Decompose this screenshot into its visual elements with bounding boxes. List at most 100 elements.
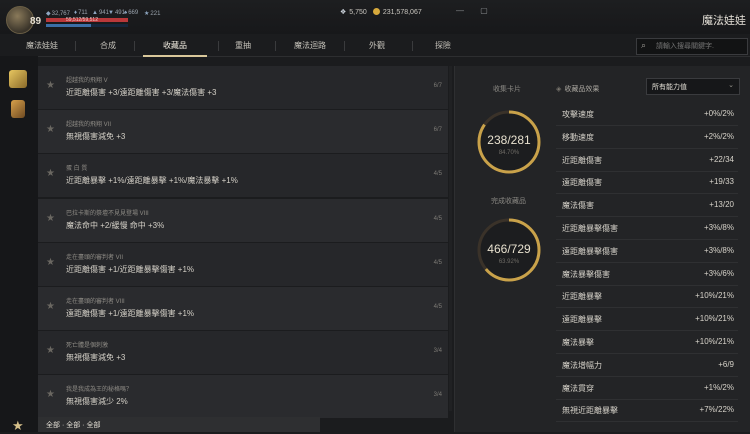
favorite-star-icon[interactable]: ★ bbox=[46, 124, 55, 135]
tab-exploration[interactable]: 探險 bbox=[426, 36, 460, 56]
top-bar bbox=[0, 0, 750, 34]
shield-icon: ◆ bbox=[46, 11, 51, 17]
collection-progress: 6/7 bbox=[433, 127, 442, 133]
stat-5: ♠669 bbox=[124, 10, 139, 16]
hp-text: 59,512/59,512 bbox=[66, 17, 98, 23]
tab-synthesis[interactable]: 合成 bbox=[90, 36, 126, 56]
favorite-star-icon[interactable]: ★ bbox=[46, 80, 55, 91]
collection-title: 巴拉卡斯的祭壇不見見登場 VIII bbox=[66, 211, 149, 217]
filter-bar[interactable]: 全部 · 全部 · 全部 bbox=[38, 417, 320, 432]
tab-magic-doll[interactable]: 魔法娃娃 bbox=[20, 36, 64, 56]
effect-row: 近距離暴擊 +10%/21% bbox=[556, 285, 738, 309]
favorite-star-icon[interactable]: ★ bbox=[46, 389, 55, 400]
character-level: 89 bbox=[30, 16, 42, 27]
tab-magic-circuit[interactable]: 魔法迴路 bbox=[286, 36, 334, 56]
effect-row: 攻擊速度 +0%/2% bbox=[556, 103, 738, 126]
effect-row: 魔法增幅力 +6/9 bbox=[556, 354, 738, 377]
complete-label: 完成收藏品 bbox=[491, 198, 526, 205]
list-item[interactable]: ★ 走在盡頭的審判者 VII 近距離傷害 +1/近距離暴擊傷害 +1% 4/5 bbox=[38, 243, 448, 287]
effect-name: 遠距離傷害 bbox=[562, 178, 602, 188]
list-item[interactable]: ★ 巴拉卡斯的祭壇不見見登場 VIII 魔法命中 +2/緩慢 命中 +3% 4/… bbox=[38, 199, 448, 243]
effect-value: +6/9 bbox=[718, 359, 734, 369]
list-scrollbar[interactable] bbox=[449, 66, 452, 411]
stat-2: ♦711 bbox=[74, 10, 88, 16]
collection-effect: 近距離暴擊 +1%/遠距離暴擊 +1%/魔法暴擊 +1% bbox=[66, 176, 238, 185]
window-controls[interactable]: — ▢ bbox=[456, 6, 495, 15]
gem-icon: ❖ bbox=[340, 9, 347, 16]
collection-effect: 近距離傷害 +3/遠距離傷害 +3/魔法傷害 +3 bbox=[66, 88, 217, 97]
mp-bar-fill bbox=[46, 24, 92, 27]
effect-row: 無視近距離暴擊 +7%/22% bbox=[556, 399, 738, 423]
favorite-star-icon[interactable]: ★ bbox=[46, 345, 55, 356]
favorite-star-icon[interactable]: ★ bbox=[46, 257, 55, 268]
effects-header: ◈ 收藏品效果 bbox=[556, 86, 600, 93]
tab-divider bbox=[134, 41, 135, 51]
effect-name: 魔法暴擊傷害 bbox=[562, 269, 610, 279]
effect-value: +10%/21% bbox=[695, 314, 734, 324]
stat-1: ◆32,767 bbox=[46, 11, 70, 17]
effect-value: +19/33 bbox=[709, 177, 734, 187]
collection-progress: 4/5 bbox=[433, 304, 442, 310]
collection-effect: 遠距離傷害 +1/遠距離暴擊傷害 +1% bbox=[66, 309, 195, 318]
favorite-star-icon[interactable]: ★ bbox=[46, 168, 55, 179]
effect-row: 近距離傷害 +22/34 bbox=[556, 149, 738, 172]
complete-percent: 63.92% bbox=[498, 259, 520, 265]
favorite-star-icon[interactable]: ★ bbox=[46, 301, 55, 312]
tab-reroll[interactable]: 重抽 bbox=[226, 36, 260, 56]
diamond-icon: ◈ bbox=[556, 86, 562, 93]
effect-value: +3%/6% bbox=[703, 268, 734, 278]
effect-name: 魔法暴擊 bbox=[562, 338, 594, 347]
effect-name: 遠距離暴擊 bbox=[562, 315, 602, 325]
effect-value: +1%/2% bbox=[703, 382, 734, 392]
bolt-icon: ▲ bbox=[92, 10, 98, 16]
list-item[interactable]: ★ 我是我成為王的秘格嗎？ 無視傷害減少 2% 3/4 bbox=[38, 375, 448, 419]
stat-filter-dropdown[interactable]: 所有能力值 ⌄ bbox=[646, 78, 740, 95]
cards-value: 238/281 bbox=[487, 133, 531, 147]
effect-value: +0%/2% bbox=[703, 109, 734, 118]
dropdown-value: 所有能力值 bbox=[652, 84, 687, 91]
stat-6: ★221 bbox=[144, 11, 161, 17]
collection-effect: 無視傷害減免 +3 bbox=[66, 353, 126, 362]
collection-book-icon[interactable] bbox=[9, 70, 27, 88]
search-input[interactable] bbox=[654, 40, 746, 53]
wing-icon: ♠ bbox=[124, 10, 128, 16]
tab-divider bbox=[412, 41, 413, 51]
list-item[interactable]: ★ 走在盡頭的審判者 VIII 遠距離傷害 +1/遠距離暴擊傷害 +1% 4/5 bbox=[38, 287, 448, 331]
flask-icon: ♦ bbox=[74, 10, 78, 16]
favorite-star-icon[interactable]: ★ bbox=[46, 213, 55, 224]
effect-row: 遠距離暴擊 +10%/21% bbox=[556, 308, 738, 332]
mp-bar bbox=[46, 24, 128, 27]
effect-row: 魔法暴擊傷害 +3%/6% bbox=[556, 263, 738, 286]
list-item[interactable]: ★ 蛋 白 質 近距離暴擊 +1%/遠距離暴擊 +1%/魔法暴擊 +1% 4/5 bbox=[38, 154, 448, 198]
effect-name: 魔法貫穿 bbox=[562, 383, 594, 393]
collection-title: 死亡體是個刺激 bbox=[66, 343, 109, 349]
effect-value: +10%/21% bbox=[695, 291, 734, 301]
effect-name: 攻擊速度 bbox=[562, 110, 594, 119]
tab-divider bbox=[218, 41, 219, 51]
effect-name: 近距離傷害 bbox=[562, 155, 602, 165]
cards-percent: 84.70% bbox=[498, 150, 520, 156]
effect-name: 近距離暴擊 bbox=[562, 292, 602, 302]
list-item[interactable]: ★ 超越我的飛翔 VII 無視傷害減免 +3 6/7 bbox=[38, 110, 448, 154]
effect-name: 無視近距離暴擊 bbox=[562, 406, 618, 416]
list-item[interactable]: ★ 超越我的飛翔 V 近距離傷害 +3/遠距離傷害 +3/魔法傷害 +3 6/7 bbox=[38, 66, 448, 110]
collection-effect: 魔法命中 +2/緩慢 命中 +3% bbox=[66, 221, 165, 230]
window-title: 魔法娃娃 bbox=[702, 15, 746, 27]
card-stack-icon[interactable] bbox=[11, 100, 25, 118]
list-item[interactable]: ★ 死亡體是個刺激 無視傷害減免 +3 3/4 bbox=[38, 331, 448, 375]
gold-coin-icon bbox=[372, 8, 380, 15]
star-icon: ★ bbox=[144, 11, 150, 17]
effect-value: +3%/8% bbox=[703, 245, 734, 255]
collection-title: 走在盡頭的審判者 VII bbox=[66, 255, 124, 261]
collection-effect: 無視傷害減免 +3 bbox=[66, 132, 126, 141]
tab-collection[interactable]: 收藏品 bbox=[143, 36, 207, 57]
search-box[interactable]: ⌕ bbox=[636, 38, 748, 55]
effect-row: 遠距離暴擊傷害 +3%/8% bbox=[556, 240, 738, 263]
complete-value: 466/729 bbox=[487, 242, 531, 256]
effect-row: 魔法傷害 +13/20 bbox=[556, 194, 738, 218]
tab-appearance[interactable]: 外觀 bbox=[360, 36, 394, 56]
collection-title: 走在盡頭的審判者 VIII bbox=[66, 299, 125, 305]
tab-divider bbox=[344, 41, 345, 51]
collection-progress: 4/5 bbox=[433, 171, 442, 177]
gem-amount: 5,750 bbox=[349, 9, 367, 16]
